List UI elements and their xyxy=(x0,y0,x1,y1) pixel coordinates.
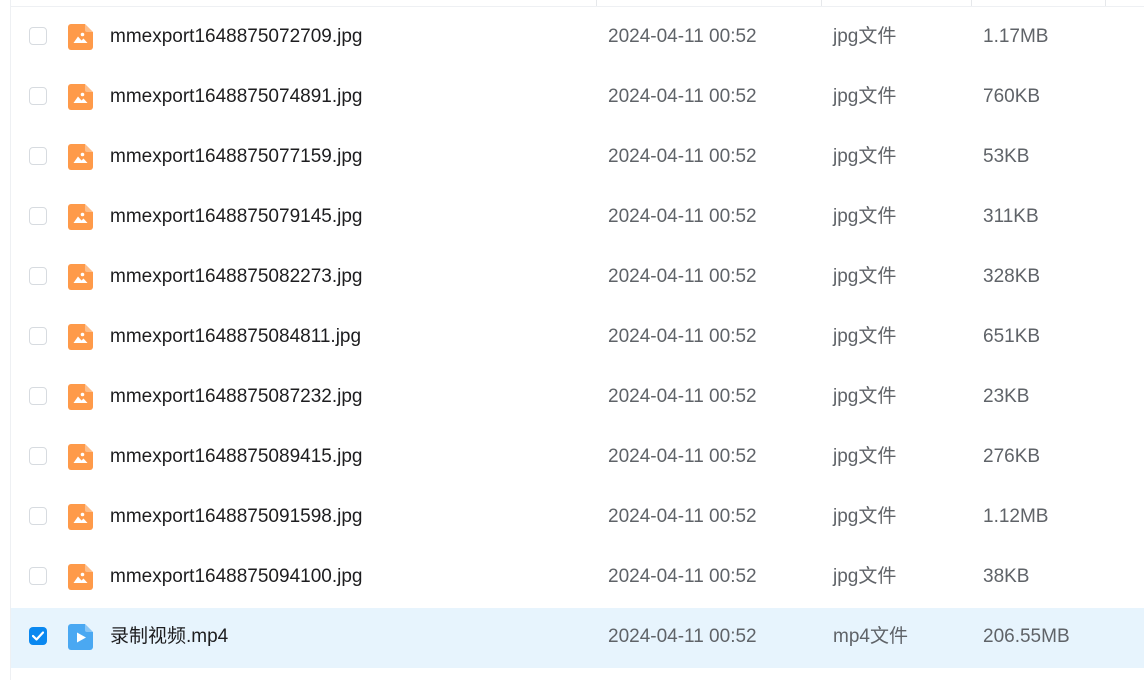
column-divider[interactable] xyxy=(821,0,822,6)
file-size: 1.17MB xyxy=(983,26,1049,47)
file-list: mmexport1648875072709.jpg 2024-04-11 00:… xyxy=(11,8,1144,668)
file-row[interactable]: mmexport1648875087232.jpg 2024-04-11 00:… xyxy=(11,368,1144,428)
file-row[interactable]: mmexport1648875079145.jpg 2024-04-11 00:… xyxy=(11,188,1144,248)
file-size: 651KB xyxy=(983,326,1041,347)
file-size: 38KB xyxy=(983,566,1030,587)
file-name[interactable]: mmexport1648875082273.jpg xyxy=(110,248,362,306)
file-row[interactable]: mmexport1648875091598.jpg 2024-04-11 00:… xyxy=(11,488,1144,548)
file-type: jpg文件 xyxy=(833,86,897,107)
file-size: 23KB xyxy=(983,386,1030,407)
row-checkbox[interactable] xyxy=(29,207,47,225)
column-divider[interactable] xyxy=(596,0,597,6)
file-name[interactable]: mmexport1648875084811.jpg xyxy=(110,308,361,366)
file-name[interactable]: 录制视频.mp4 xyxy=(110,608,228,666)
image-file-icon xyxy=(68,204,93,230)
file-row[interactable]: 录制视频.mp4 2024-04-11 00:52 mp4文件 206.55MB xyxy=(11,608,1144,668)
file-type: jpg文件 xyxy=(833,386,897,407)
file-type: jpg文件 xyxy=(833,26,897,47)
row-checkbox[interactable] xyxy=(29,147,47,165)
file-size: 1.12MB xyxy=(983,506,1049,527)
file-type: jpg文件 xyxy=(833,326,897,347)
file-modified-date: 2024-04-11 00:52 xyxy=(608,26,757,47)
file-name[interactable]: mmexport1648875072709.jpg xyxy=(110,8,362,66)
image-file-icon xyxy=(68,504,93,530)
file-row[interactable]: mmexport1648875089415.jpg 2024-04-11 00:… xyxy=(11,428,1144,488)
file-type: jpg文件 xyxy=(833,506,897,527)
row-checkbox[interactable] xyxy=(29,27,47,45)
file-name[interactable]: mmexport1648875091598.jpg xyxy=(110,488,362,546)
file-row[interactable]: mmexport1648875082273.jpg 2024-04-11 00:… xyxy=(11,248,1144,308)
file-type: jpg文件 xyxy=(833,446,897,467)
file-type: mp4文件 xyxy=(833,626,908,647)
image-file-icon xyxy=(68,264,93,290)
file-type: jpg文件 xyxy=(833,206,897,227)
column-divider[interactable] xyxy=(971,0,972,6)
row-checkbox[interactable] xyxy=(29,447,47,465)
file-row[interactable]: mmexport1648875072709.jpg 2024-04-11 00:… xyxy=(11,8,1144,68)
file-type: jpg文件 xyxy=(833,146,897,167)
image-file-icon xyxy=(68,324,93,350)
file-name[interactable]: mmexport1648875079145.jpg xyxy=(110,188,362,246)
file-name[interactable]: mmexport1648875089415.jpg xyxy=(110,428,362,486)
file-modified-date: 2024-04-11 00:52 xyxy=(608,626,757,647)
file-modified-date: 2024-04-11 00:52 xyxy=(608,386,757,407)
image-file-icon xyxy=(68,444,93,470)
row-checkbox[interactable] xyxy=(29,387,47,405)
video-file-icon xyxy=(68,624,93,650)
file-name[interactable]: mmexport1648875094100.jpg xyxy=(110,548,362,606)
file-size: 311KB xyxy=(983,206,1039,227)
row-checkbox[interactable] xyxy=(29,327,47,345)
image-file-icon xyxy=(68,384,93,410)
file-list-page: mmexport1648875072709.jpg 2024-04-11 00:… xyxy=(0,0,1144,680)
row-checkbox[interactable] xyxy=(29,507,47,525)
image-file-icon xyxy=(68,564,93,590)
file-row[interactable]: mmexport1648875074891.jpg 2024-04-11 00:… xyxy=(11,68,1144,128)
row-checkbox[interactable] xyxy=(29,627,47,645)
file-name[interactable]: mmexport1648875074891.jpg xyxy=(110,68,362,126)
file-name[interactable]: mmexport1648875087232.jpg xyxy=(110,368,362,426)
image-file-icon xyxy=(68,84,93,110)
file-modified-date: 2024-04-11 00:52 xyxy=(608,146,757,167)
file-modified-date: 2024-04-11 00:52 xyxy=(608,326,757,347)
row-checkbox[interactable] xyxy=(29,267,47,285)
file-modified-date: 2024-04-11 00:52 xyxy=(608,266,757,287)
file-name[interactable]: mmexport1648875077159.jpg xyxy=(110,128,362,186)
file-modified-date: 2024-04-11 00:52 xyxy=(608,566,757,587)
file-row[interactable]: mmexport1648875084811.jpg 2024-04-11 00:… xyxy=(11,308,1144,368)
file-modified-date: 2024-04-11 00:52 xyxy=(608,446,757,467)
file-modified-date: 2024-04-11 00:52 xyxy=(608,86,757,107)
column-header-strip xyxy=(11,0,1144,7)
file-row[interactable]: mmexport1648875094100.jpg 2024-04-11 00:… xyxy=(11,548,1144,608)
file-size: 206.55MB xyxy=(983,626,1070,647)
file-row[interactable]: mmexport1648875077159.jpg 2024-04-11 00:… xyxy=(11,128,1144,188)
checkmark-icon xyxy=(32,631,44,641)
image-file-icon xyxy=(68,24,93,50)
image-file-icon xyxy=(68,144,93,170)
file-size: 53KB xyxy=(983,146,1030,167)
file-modified-date: 2024-04-11 00:52 xyxy=(608,206,757,227)
file-type: jpg文件 xyxy=(833,266,897,287)
row-checkbox[interactable] xyxy=(29,87,47,105)
column-divider[interactable] xyxy=(1105,0,1106,6)
row-checkbox[interactable] xyxy=(29,567,47,585)
file-modified-date: 2024-04-11 00:52 xyxy=(608,506,757,527)
file-size: 276KB xyxy=(983,446,1041,467)
file-size: 760KB xyxy=(983,86,1041,107)
file-size: 328KB xyxy=(983,266,1041,287)
file-type: jpg文件 xyxy=(833,566,897,587)
